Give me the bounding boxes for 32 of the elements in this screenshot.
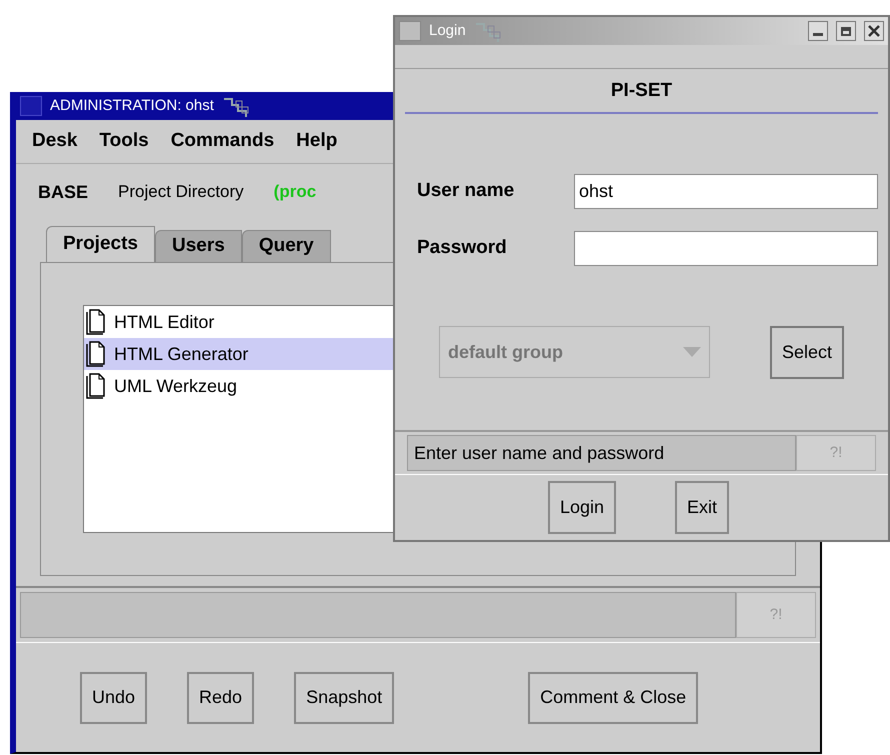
action-button[interactable]: Undo bbox=[80, 672, 148, 724]
menu-item[interactable]: Tools bbox=[99, 127, 149, 156]
action-button[interactable]: Exit bbox=[675, 481, 730, 534]
field-label: Password bbox=[416, 236, 508, 260]
directory-label: Project Directory bbox=[118, 181, 244, 204]
action-button[interactable]: Snapshot bbox=[294, 672, 394, 724]
action-button[interactable]: Redo bbox=[187, 672, 254, 724]
maximize-button[interactable] bbox=[836, 21, 856, 41]
input-field[interactable]: ohst bbox=[574, 174, 878, 208]
document-icon bbox=[86, 309, 108, 335]
menu-item[interactable]: Desk bbox=[32, 127, 78, 156]
document-icon bbox=[86, 341, 108, 367]
tab[interactable]: Projects bbox=[46, 226, 155, 262]
select-button[interactable]: Select bbox=[770, 326, 844, 378]
input-field[interactable] bbox=[574, 230, 878, 266]
tab[interactable]: Users bbox=[154, 230, 242, 262]
menu-item[interactable]: Help bbox=[296, 127, 338, 156]
field-label: User name bbox=[416, 178, 516, 203]
status-text: (proc bbox=[274, 181, 316, 204]
section-label: BASE bbox=[38, 180, 88, 204]
window-title: ADMINISTRATION: ohst bbox=[50, 96, 214, 116]
action-button[interactable]: Comment & Close bbox=[528, 672, 698, 724]
window-title: Login bbox=[429, 20, 466, 41]
dialog-header: PI-SET bbox=[405, 69, 878, 114]
action-button[interactable]: Login bbox=[548, 481, 616, 534]
close-button[interactable] bbox=[864, 21, 884, 41]
menu-item[interactable]: Commands bbox=[170, 127, 274, 156]
minimize-button[interactable] bbox=[808, 21, 828, 41]
tab[interactable]: Query bbox=[242, 230, 331, 262]
dropdown-arrow-icon bbox=[683, 347, 701, 357]
document-icon bbox=[86, 373, 108, 399]
status-message: Enter user name and password bbox=[407, 435, 796, 471]
